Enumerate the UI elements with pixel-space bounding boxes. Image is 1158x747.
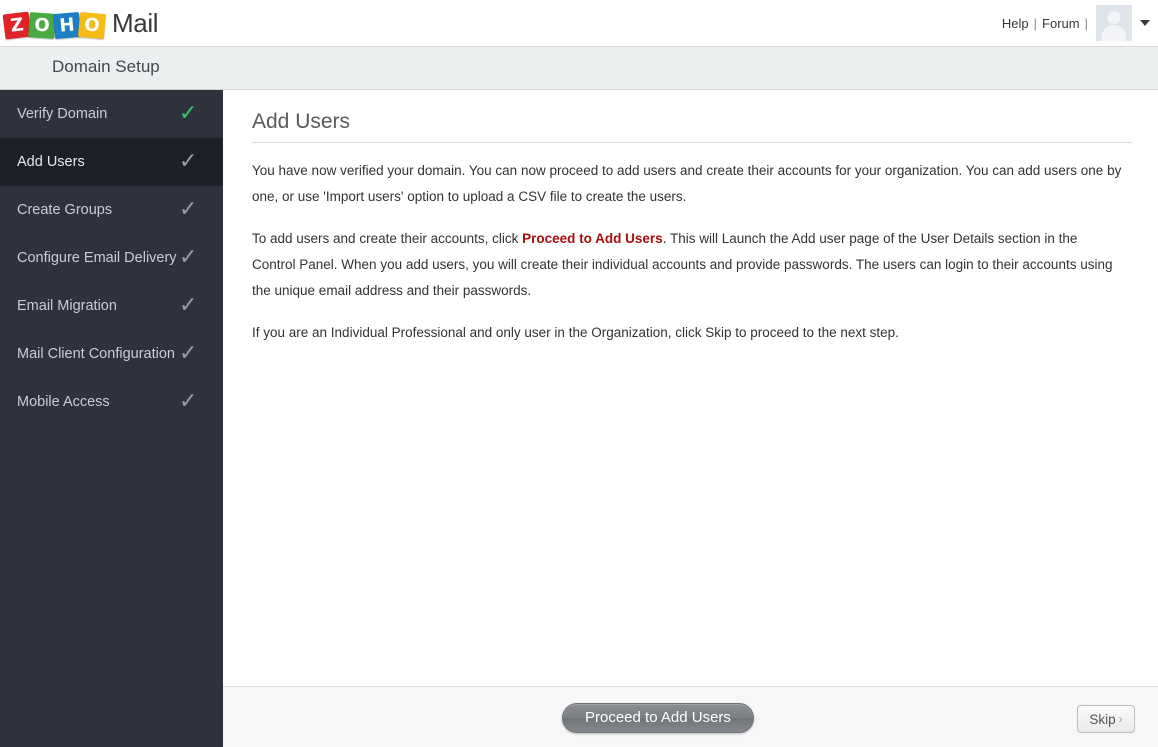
sidebar-item-label: Email Migration	[17, 298, 117, 314]
sidebar-item-label: Mobile Access	[17, 394, 110, 410]
sidebar: Verify Domain ✓ Add Users ✓ Create Group…	[0, 90, 244, 747]
paragraph-3: If you are an Individual Professional an…	[252, 325, 899, 340]
page-title: Add Users	[252, 110, 351, 133]
top-bar: Z O H O Mail Help | Forum |	[0, 0, 1158, 47]
sidebar-item-label: Create Groups	[17, 202, 113, 218]
skip-button[interactable]: Skip ›	[1077, 705, 1135, 733]
instructions-body: You have now verified your domain. You c…	[252, 158, 1122, 346]
sidebar-item-label: Add Users	[17, 154, 85, 170]
link-separator-2: |	[1084, 15, 1088, 31]
forum-link[interactable]: Forum	[1039, 16, 1083, 31]
logo-tile-o2: O	[77, 11, 107, 40]
check-icon: ✓	[179, 197, 198, 222]
paragraph-1: You have now verified your domain. You c…	[252, 163, 1122, 204]
skip-button-label: Skip	[1089, 711, 1116, 727]
sidebar-item-verify-domain[interactable]: Verify Domain ✓	[0, 90, 223, 138]
sidebar-item-add-users[interactable]: Add Users ✓	[0, 138, 244, 186]
sidebar-item-configure-email-delivery[interactable]: Configure Email Delivery ✓	[0, 234, 223, 282]
chevron-down-icon[interactable]	[1140, 20, 1150, 26]
help-link[interactable]: Help	[999, 16, 1032, 31]
proceed-to-add-users-emphasis: Proceed to Add Users	[522, 231, 663, 246]
title-divider	[252, 142, 1132, 143]
paragraph-2: To add users and create their accounts, …	[252, 226, 1122, 304]
sidebar-item-label: Configure Email Delivery	[17, 250, 177, 266]
sidebar-item-mobile-access[interactable]: Mobile Access ✓	[0, 378, 223, 426]
zoho-logo-tiles: Z O H O	[2, 8, 107, 40]
link-separator-1: |	[1033, 15, 1038, 31]
zoho-mail-logo[interactable]: Z O H O Mail	[2, 4, 159, 42]
avatar-body-shape	[1101, 25, 1127, 41]
logo-tile-z: Z	[2, 11, 32, 40]
sidebar-item-mail-client-configuration[interactable]: Mail Client Configuration ✓	[0, 330, 223, 378]
brand-word-mail: Mail	[112, 7, 159, 38]
main-content: Add Users You have now verified your dom…	[223, 90, 1158, 686]
logo-tile-h: H	[52, 11, 82, 40]
check-icon: ✓	[179, 389, 198, 414]
logo-tile-o1: O	[28, 12, 56, 39]
section-title: Domain Setup	[52, 57, 160, 76]
chevron-right-icon: ›	[1118, 712, 1123, 726]
check-icon: ✓	[179, 101, 198, 126]
avatar[interactable]	[1096, 5, 1132, 41]
section-bar: Domain Setup	[0, 47, 1158, 90]
sidebar-item-label: Mail Client Configuration	[17, 346, 175, 362]
avatar-head-shape	[1107, 11, 1121, 24]
check-icon: ✓	[179, 341, 198, 366]
check-icon: ✓	[179, 245, 198, 270]
sidebar-item-label: Verify Domain	[17, 106, 108, 122]
app-root: Z O H O Mail Help | Forum | Domain Setup…	[0, 0, 1158, 747]
footer-bar: Proceed to Add Users Skip ›	[223, 686, 1158, 747]
paragraph-2-before: To add users and create their accounts, …	[252, 231, 523, 246]
sidebar-item-email-migration[interactable]: Email Migration ✓	[0, 282, 223, 330]
top-bar-right: Help | Forum |	[999, 0, 1150, 46]
sidebar-item-create-groups[interactable]: Create Groups ✓	[0, 186, 223, 234]
proceed-to-add-users-button[interactable]: Proceed to Add Users	[562, 703, 754, 733]
check-icon: ✓	[179, 149, 198, 174]
check-icon: ✓	[179, 293, 198, 318]
